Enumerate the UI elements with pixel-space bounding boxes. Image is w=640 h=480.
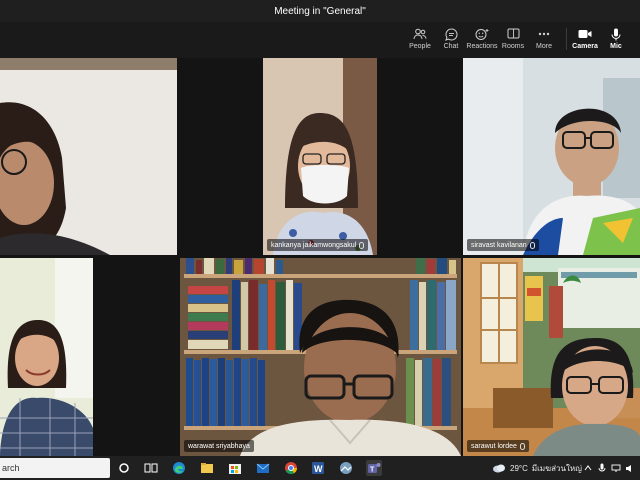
participant-name: warawat sriyabhaya — [188, 442, 250, 450]
people-icon — [413, 27, 427, 41]
participant-name: kankanya jaikamwongsakul — [271, 241, 357, 249]
meeting-toolbar: People Chat Reactions Rooms More Camera — [0, 22, 640, 58]
people-label: People — [409, 43, 431, 50]
video-tile[interactable] — [0, 58, 177, 255]
reactions-button[interactable]: Reactions — [465, 24, 499, 56]
mic-muted-icon — [529, 241, 535, 249]
svg-text:T: T — [370, 467, 375, 474]
meeting-title: Meeting in "General" — [274, 5, 366, 17]
participant-name: siravast kavilanan — [471, 241, 527, 249]
chat-button[interactable]: Chat — [434, 24, 468, 56]
rooms-icon — [506, 27, 520, 41]
file-explorer-icon[interactable] — [199, 460, 215, 476]
teams-icon[interactable]: T — [366, 460, 382, 476]
photos-icon[interactable] — [338, 460, 354, 476]
mail-icon[interactable] — [255, 460, 271, 476]
task-view-icon[interactable] — [143, 460, 159, 476]
mic-muted-icon — [519, 442, 525, 450]
edge-icon[interactable] — [171, 460, 187, 476]
more-label: More — [536, 43, 552, 50]
participant-video — [263, 58, 377, 255]
video-tile[interactable]: siravast kavilanan — [463, 58, 640, 255]
reactions-icon — [475, 27, 489, 41]
camera-icon — [578, 27, 592, 41]
video-tile[interactable]: sarawut lordee — [463, 258, 640, 456]
taskbar: arch W T 29°C มีเมฆส่วนใหญ่ — [0, 456, 640, 480]
word-icon[interactable]: W — [310, 460, 326, 476]
cortana-icon[interactable] — [116, 460, 132, 476]
more-button[interactable]: More — [527, 24, 561, 56]
video-tile[interactable]: warawat sriyabhaya — [180, 258, 461, 456]
people-button[interactable]: People — [403, 24, 437, 56]
chrome-icon[interactable] — [283, 460, 299, 476]
search-text: arch — [2, 463, 20, 473]
store-icon[interactable] — [227, 460, 243, 476]
chat-icon — [444, 27, 458, 41]
participant-name-tag: sarawut lordee — [467, 440, 529, 452]
mic-muted-icon — [359, 241, 365, 249]
speaker-icon[interactable] — [622, 460, 638, 476]
video-tile[interactable] — [0, 258, 93, 456]
participant-name-tag: siravast kavilanan — [467, 239, 539, 251]
participant-video — [180, 258, 461, 456]
toolbar-divider — [566, 28, 567, 50]
participant-video — [0, 258, 93, 456]
taskbar-search-box[interactable]: arch — [0, 458, 110, 478]
participant-name-tag: kankanya jaikamwongsakul — [267, 239, 369, 251]
participant-name: sarawut lordee — [471, 442, 517, 450]
mic-label: Mic — [610, 43, 622, 50]
mic-icon — [609, 27, 623, 41]
chat-label: Chat — [443, 43, 459, 50]
video-stage: kankanya jaikamwongsakul siravast kavila… — [0, 58, 640, 456]
rooms-button[interactable]: Rooms — [496, 24, 530, 56]
reactions-label: Reactions — [466, 43, 498, 50]
camera-button[interactable]: Camera — [568, 24, 602, 56]
window-titlebar: Meeting in "General" — [0, 0, 640, 22]
mic-button[interactable]: Mic — [599, 24, 633, 56]
participant-video — [463, 58, 640, 255]
cloud-icon — [493, 464, 505, 473]
participant-name-tag: warawat sriyabhaya — [184, 440, 254, 452]
weather-condition: มีเมฆส่วนใหญ่ — [531, 463, 582, 473]
camera-label: Camera — [572, 43, 598, 50]
participant-video — [463, 258, 640, 456]
video-tile[interactable]: kankanya jaikamwongsakul — [263, 58, 377, 255]
weather-temp: 29°C — [510, 463, 528, 473]
rooms-label: Rooms — [501, 43, 525, 50]
more-icon — [537, 27, 551, 41]
participant-video — [0, 58, 177, 255]
svg-text:W: W — [314, 464, 323, 474]
weather-widget[interactable]: 29°C มีเมฆส่วนใหญ่ — [492, 456, 582, 480]
